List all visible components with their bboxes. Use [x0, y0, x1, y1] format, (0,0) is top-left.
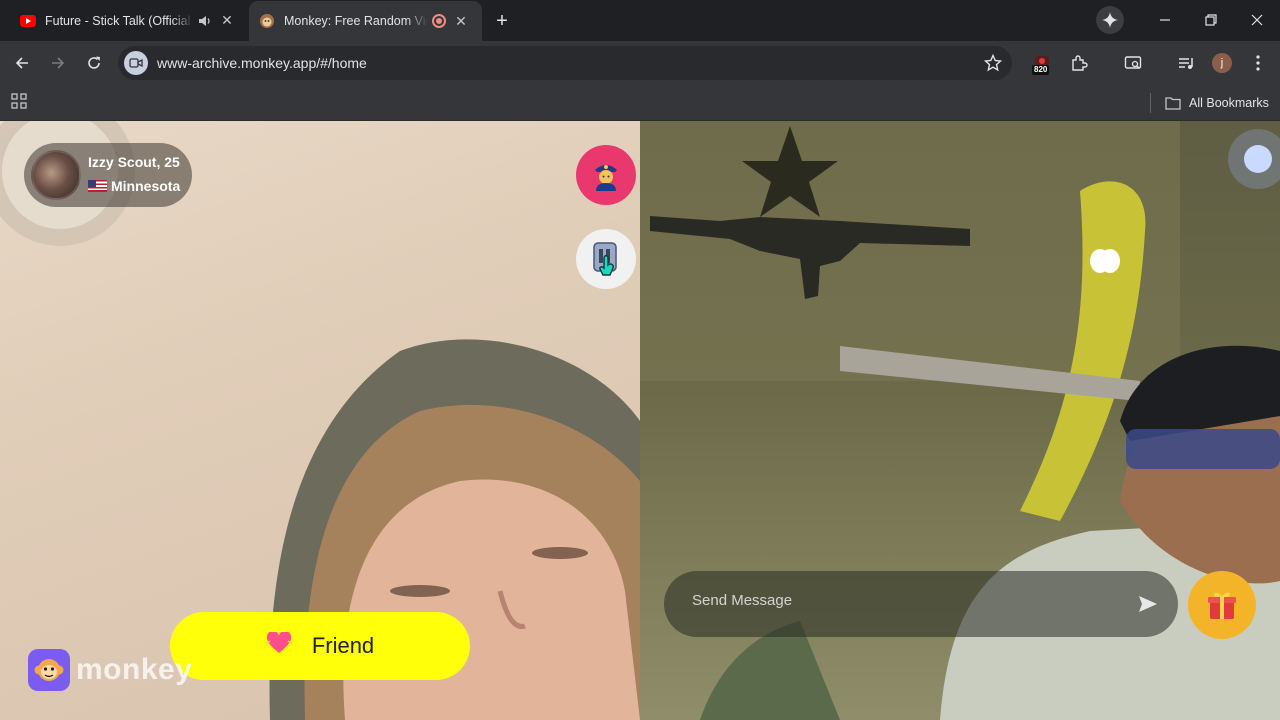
extensions-puzzle-icon[interactable] — [1067, 51, 1091, 75]
report-button[interactable] — [576, 145, 636, 205]
tab-youtube[interactable]: Future - Stick Talk (Official Music Vide… — [0, 0, 248, 41]
recording-icon — [432, 14, 446, 28]
address-bar[interactable]: www-archive.monkey.app/#/home — [118, 46, 1012, 80]
all-bookmarks-button[interactable]: All Bookmarks — [1165, 93, 1269, 113]
friend-label: Friend — [311, 633, 375, 658]
url-text: www-archive.monkey.app/#/home — [157, 55, 367, 71]
us-flag-icon — [88, 180, 107, 192]
police-officer-icon — [595, 165, 617, 191]
media-controls-icon[interactable] — [1174, 51, 1198, 75]
camera-icon[interactable] — [124, 51, 148, 75]
close-tab-icon[interactable]: ✕ — [218, 12, 236, 30]
tab-title: Monkey: Free Random Video Chat — [284, 14, 428, 28]
profile-avatar[interactable]: j — [1210, 51, 1234, 75]
brand-wordmark: monkey — [76, 653, 193, 686]
minimize-icon[interactable] — [1153, 8, 1177, 32]
cast-search-icon[interactable] — [1121, 51, 1145, 75]
close-window-icon[interactable] — [1245, 8, 1269, 32]
bookmarks-divider — [1150, 93, 1151, 113]
bookmark-star-icon[interactable] — [983, 53, 1003, 72]
heart-icon — [265, 630, 293, 660]
back-icon[interactable] — [10, 51, 34, 75]
forward-icon[interactable] — [46, 51, 70, 75]
tab-strip: Future - Stick Talk (Official Music Vide… — [0, 0, 1280, 41]
tab-title: Future - Stick Talk (Official Music Vide… — [45, 13, 194, 28]
all-bookmarks-label: All Bookmarks — [1189, 96, 1269, 110]
folder-icon — [1165, 97, 1181, 110]
tab-monkey[interactable]: Monkey: Free Random Video Chat ✕ — [249, 1, 482, 41]
monkey-logo: monkey — [28, 649, 192, 691]
skip-icon — [593, 242, 617, 276]
next-button[interactable] — [576, 229, 636, 289]
extension-badge: 820 — [1032, 65, 1050, 75]
speaker-icon[interactable] — [198, 14, 212, 28]
send-icon[interactable] — [1136, 592, 1160, 616]
partner-profile-pill[interactable]: Izzy Scout, 25 Minnesota — [24, 143, 192, 207]
youtube-icon — [20, 13, 36, 29]
partner-location-text: Minnesota — [111, 178, 181, 194]
partner-name-age: Izzy Scout, 25 — [88, 154, 180, 170]
friend-button[interactable]: Friend — [170, 612, 470, 680]
extension-record-icon[interactable]: 820 — [1030, 51, 1054, 75]
reload-icon[interactable] — [82, 51, 106, 75]
more-menu-icon[interactable] — [1246, 51, 1270, 75]
close-tab-icon[interactable]: ✕ — [452, 12, 470, 30]
chat-box — [664, 571, 1178, 637]
gemini-icon[interactable] — [1096, 6, 1124, 34]
gift-icon — [1208, 592, 1236, 619]
monkey-icon — [259, 13, 275, 29]
monkey-video-chat: Izzy Scout, 25 Minnesota Friend monkey S… — [0, 121, 1280, 720]
profile-initial: j — [1212, 53, 1232, 73]
partner-video: Izzy Scout, 25 Minnesota Friend monkey — [0, 121, 640, 720]
gift-button[interactable] — [1188, 571, 1256, 639]
apps-grid-icon[interactable] — [11, 93, 29, 111]
self-video — [640, 121, 1280, 720]
partner-location: Minnesota — [88, 178, 180, 194]
restore-icon[interactable] — [1199, 8, 1223, 32]
bookmarks-bar: All Bookmarks — [0, 85, 1280, 121]
browser-toolbar: www-archive.monkey.app/#/home 820 j — [0, 41, 1280, 85]
monkey-icon — [28, 649, 70, 691]
new-tab-button[interactable]: + — [490, 9, 514, 33]
partner-avatar — [31, 150, 81, 200]
chat-message-input[interactable] — [692, 592, 1112, 609]
